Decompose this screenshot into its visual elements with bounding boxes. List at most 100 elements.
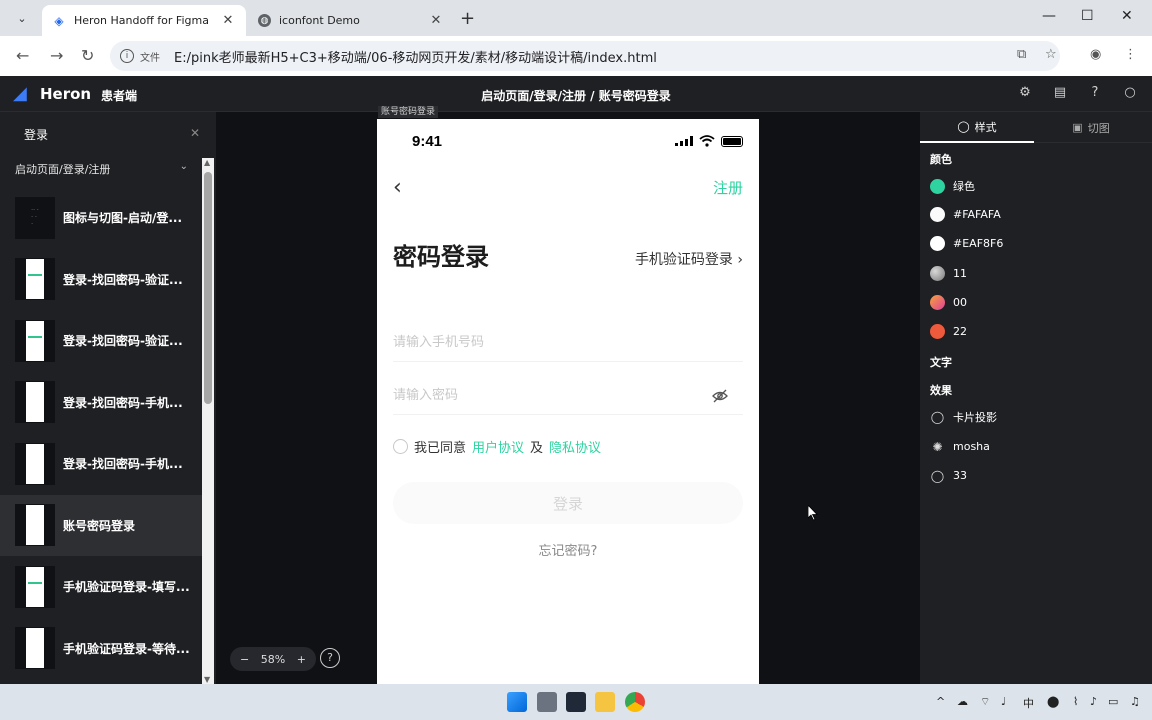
forgot-password-link[interactable]: 忘记密码?: [377, 540, 759, 559]
color-swatch: [930, 178, 945, 194]
page-label: 图标与切图-启动/登...: [63, 211, 183, 226]
effect-row[interactable]: ✺ mosha: [930, 439, 989, 454]
chrome-icon[interactable]: [625, 692, 645, 712]
wifi-tray-icon[interactable]: ⌇: [1073, 695, 1078, 708]
notification-icon[interactable]: ♫: [1130, 695, 1140, 708]
page-item[interactable]: 登录-找回密码-手机...: [0, 372, 202, 434]
color-swatch: [930, 236, 945, 251]
chevron-right-icon: ›: [737, 252, 743, 268]
sms-login-label: 手机验证码登录: [634, 252, 733, 268]
maximize-button[interactable]: ☐: [1081, 8, 1094, 24]
page-item-selected[interactable]: 账号密码登录: [0, 494, 202, 556]
effect-row[interactable]: ◯ 33: [930, 468, 967, 483]
help-icon[interactable]: ?: [1087, 85, 1103, 101]
page-list-scrollbar[interactable]: ▲ ▼: [202, 158, 214, 684]
inspect-panel: ◯ 样式 ▣ 切图 颜色 绿色 #FAFAFA #EAF8F6 11 00 22…: [920, 112, 1152, 684]
page-thumbnail: [15, 565, 55, 608]
scroll-down-icon[interactable]: ▼: [204, 675, 210, 684]
tab-search-button[interactable]: ⌄: [10, 7, 34, 29]
color-row[interactable]: 绿色: [930, 178, 975, 194]
privacy-link[interactable]: 隐私协议: [549, 437, 601, 456]
design-canvas[interactable]: 账号密码登录 9:41 ‹ 注册 密码登录 手机验证码登录 › 请输入手机号码 …: [216, 106, 920, 684]
ime-indicator[interactable]: 中: [1023, 695, 1034, 711]
terminal-icon[interactable]: [566, 692, 586, 712]
new-tab-button[interactable]: +: [460, 8, 475, 29]
info-icon[interactable]: i: [120, 49, 134, 63]
color-swatch: [930, 207, 945, 222]
tab-title: Heron Handoff for Figma: [74, 14, 209, 27]
tab-heron[interactable]: ◈ Heron Handoff for Figma ✕: [42, 5, 246, 36]
windows-start-icon[interactable]: [507, 692, 527, 712]
status-time: 9:41: [412, 133, 443, 150]
sogou-icon[interactable]: ⬤: [1047, 695, 1059, 708]
user-agreement-link[interactable]: 用户协议: [472, 437, 524, 456]
file-chip: 文件: [140, 52, 160, 64]
search-row: ✕: [14, 122, 206, 146]
chat-icon[interactable]: ○: [1122, 85, 1138, 101]
volume-icon[interactable]: ♪: [1090, 695, 1097, 708]
page-item[interactable]: ·· · · · · 图标与切图-启动/登...: [0, 187, 202, 249]
clear-icon[interactable]: ✕: [190, 126, 200, 140]
canvas-help-icon[interactable]: ?: [320, 648, 340, 668]
close-icon[interactable]: ✕: [428, 13, 444, 28]
text-section-title: 文字: [930, 356, 952, 369]
search-input[interactable]: [14, 122, 184, 146]
color-row[interactable]: #EAF8F6: [930, 236, 1003, 251]
sms-login-link[interactable]: 手机验证码登录 ›: [635, 249, 743, 269]
task-view-icon[interactable]: [537, 692, 557, 712]
agree-checkbox[interactable]: [393, 439, 408, 454]
microphone-icon[interactable]: ♩: [1001, 695, 1006, 708]
breadcrumb: 启动页面/登录/注册 / 账号密码登录: [481, 89, 671, 103]
color-row[interactable]: #FAFAFA: [930, 207, 1001, 222]
page-item[interactable]: 手机验证码登录-等待...: [0, 618, 202, 680]
color-row[interactable]: 11: [930, 266, 967, 281]
color-swatch: [930, 324, 945, 339]
mouse-cursor-icon: [808, 505, 818, 521]
close-icon[interactable]: ✕: [220, 13, 236, 28]
phone-artboard[interactable]: 9:41 ‹ 注册 密码登录 手机验证码登录 › 请输入手机号码 请输入密码 我…: [377, 119, 759, 684]
page-item[interactable]: 登录-找回密码-验证...: [0, 249, 202, 311]
image-icon: ▣: [1072, 121, 1083, 134]
eye-off-icon[interactable]: [711, 387, 729, 405]
url-input[interactable]: i 文件 E:/pink老师最新H5+C3+移动端/06-移动网页开发/素材/移…: [110, 41, 1060, 71]
window-close-button[interactable]: ✕: [1121, 8, 1133, 24]
profile-icon[interactable]: ◉: [1090, 47, 1101, 62]
page-item[interactable]: 登录-找回密码-手机...: [0, 433, 202, 495]
scroll-thumb[interactable]: [204, 172, 212, 404]
tab-slices[interactable]: ▣ 切图: [1034, 112, 1148, 143]
star-icon[interactable]: ☆: [1045, 47, 1057, 62]
reload-icon[interactable]: ↻: [81, 46, 94, 65]
tab-style[interactable]: ◯ 样式: [920, 112, 1034, 143]
phone-field: [393, 322, 743, 362]
zoom-in-button[interactable]: +: [297, 653, 306, 666]
translate-icon[interactable]: ⧉: [1017, 47, 1026, 62]
zoom-out-button[interactable]: −: [240, 653, 249, 666]
back-icon[interactable]: ←: [16, 46, 29, 65]
color-row[interactable]: 00: [930, 295, 967, 310]
more-icon[interactable]: ⋮: [1124, 47, 1137, 62]
color-row[interactable]: 22: [930, 324, 967, 339]
shadow-icon: ◯: [930, 410, 945, 424]
phone-input[interactable]: [393, 322, 693, 362]
network-icon[interactable]: ⌔: [980, 695, 990, 709]
forward-icon[interactable]: →: [50, 46, 63, 65]
battery-tray-icon[interactable]: ▭: [1108, 695, 1118, 708]
cloud-icon[interactable]: ☁: [957, 695, 968, 708]
login-button[interactable]: 登录: [393, 482, 743, 524]
zoom-control: − 58% +: [230, 647, 316, 671]
tray-chevron-icon[interactable]: ^: [936, 695, 945, 708]
page-group-header[interactable]: 启动页面/登录/注册 ⌄: [0, 158, 200, 180]
tab-iconfont[interactable]: ◍ iconfont Demo ✕: [248, 5, 454, 36]
minimize-button[interactable]: —: [1042, 8, 1056, 24]
scroll-up-icon[interactable]: ▲: [204, 158, 210, 167]
back-chevron-icon[interactable]: ‹: [393, 175, 402, 200]
page-item[interactable]: 手机验证码登录-填写...: [0, 556, 202, 618]
tab-label: 切图: [1087, 121, 1110, 135]
register-link[interactable]: 注册: [713, 177, 743, 198]
password-input[interactable]: [393, 375, 693, 415]
gear-icon[interactable]: ⚙: [1017, 85, 1033, 101]
page-item[interactable]: 登录-找回密码-验证...: [0, 310, 202, 372]
document-icon[interactable]: ▤: [1052, 85, 1068, 101]
file-explorer-icon[interactable]: [595, 692, 615, 712]
effect-row[interactable]: ◯ 卡片投影: [930, 409, 997, 425]
